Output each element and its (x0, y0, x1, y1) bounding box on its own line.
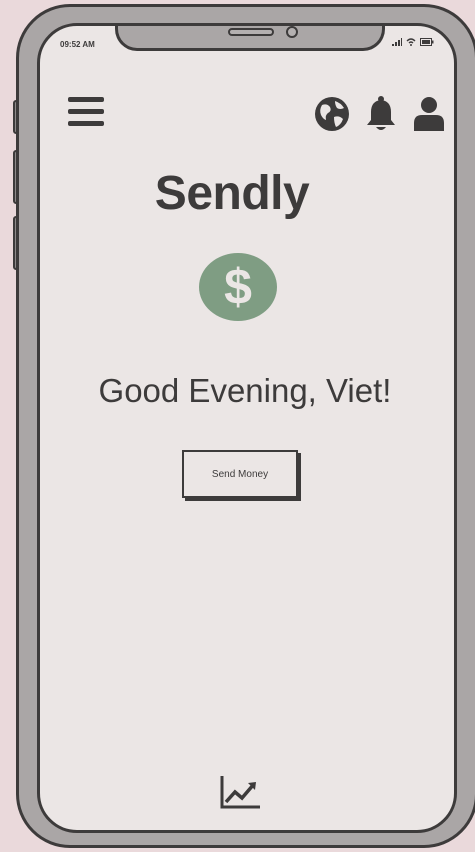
hamburger-menu-icon[interactable] (68, 97, 104, 129)
wifi-icon (406, 38, 416, 46)
phone-frame: 09:52 AM Sendly $ Good Evening, Viet! Se… (16, 4, 475, 848)
front-camera (286, 26, 298, 38)
svg-text:$: $ (224, 259, 252, 315)
status-icons (392, 38, 434, 46)
status-time: 09:52 AM (60, 40, 95, 49)
speaker (228, 28, 274, 36)
battery-icon (420, 38, 434, 46)
phone-screen: 09:52 AM Sendly $ Good Evening, Viet! Se… (37, 23, 457, 833)
bell-icon[interactable] (362, 95, 400, 133)
send-money-button[interactable]: Send Money (182, 450, 298, 498)
page: 09:52 AM Sendly $ Good Evening, Viet! Se… (0, 0, 475, 852)
globe-icon[interactable] (313, 95, 351, 133)
trending-chart-icon[interactable] (220, 774, 262, 810)
signal-icon (392, 38, 402, 46)
menu-line (68, 109, 104, 114)
user-icon[interactable] (410, 95, 448, 133)
greeting-text: Good Evening, Viet! (98, 372, 392, 409)
notch (115, 26, 385, 51)
menu-line (68, 121, 104, 126)
dollar-coin-icon: $ (199, 253, 277, 321)
app-title: Sendly (154, 167, 310, 220)
menu-line (68, 97, 104, 102)
